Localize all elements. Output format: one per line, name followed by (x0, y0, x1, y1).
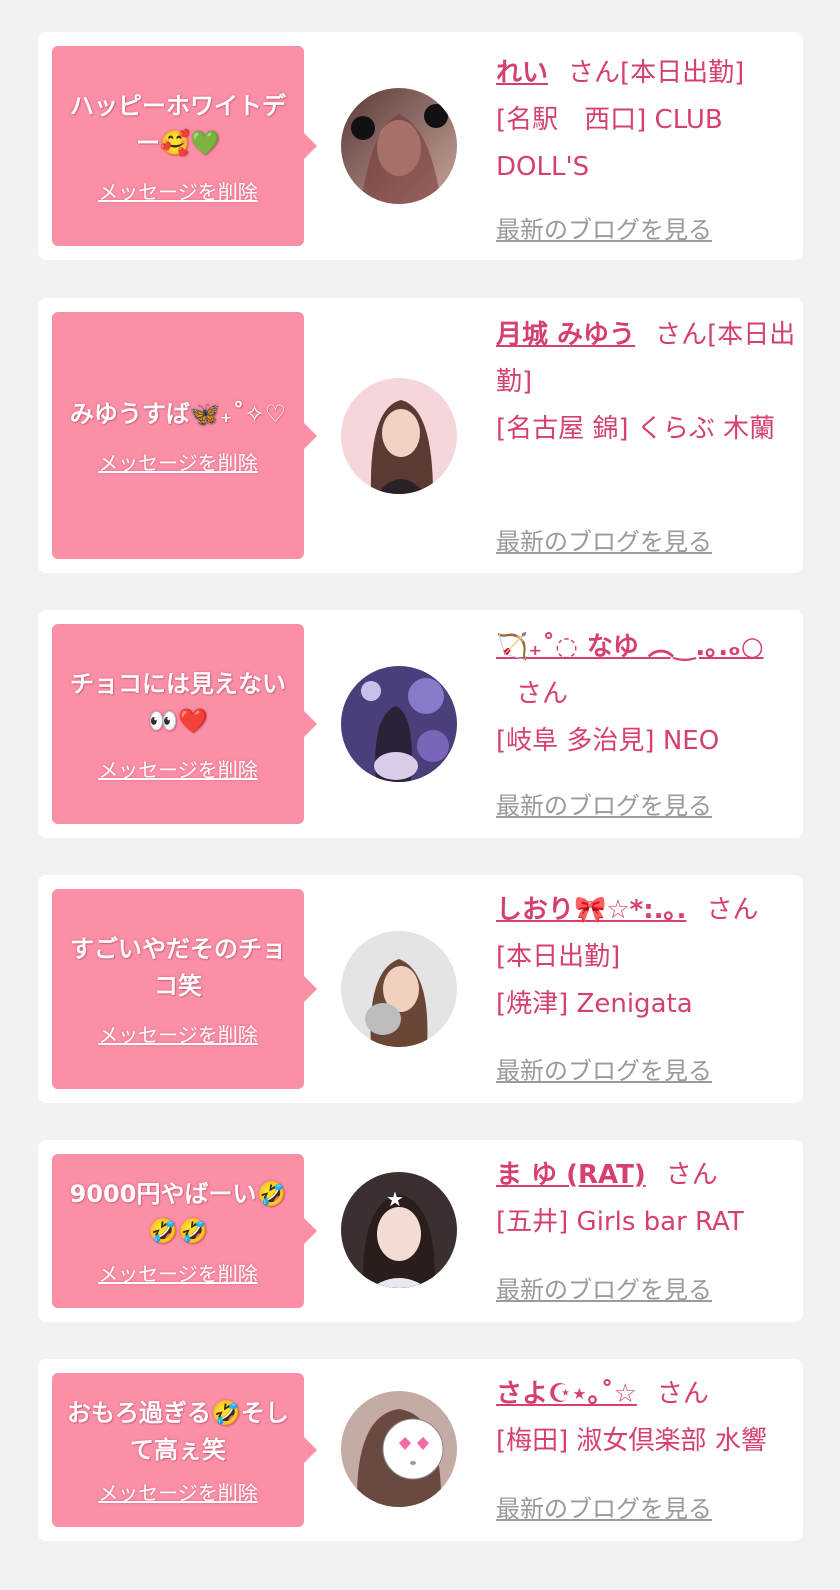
location-text: [岐阜 多治見] NEO (496, 726, 720, 756)
status-text: [本日出勤] (496, 942, 621, 972)
profile-info: ま ゆ (RAT) さん [五井] Girls bar RAT (496, 1152, 796, 1246)
message-card: おもろ過ぎる🤣そして高ぇ笑 メッセージを削除 さよ☪︎⋆｡˚☆ さん [梅田] 淑… (38, 1359, 803, 1541)
location-text: [焼津] Zenigata (496, 989, 693, 1019)
avatar[interactable] (341, 1391, 457, 1507)
message-bubble: 9000円やばーい🤣🤣🤣 メッセージを削除 (52, 1154, 317, 1308)
latest-blog-link[interactable]: 最新のブログを見る (496, 210, 712, 245)
latest-blog-link[interactable]: 最新のブログを見る (496, 522, 712, 557)
profile-info: 🏹₊˚◌ なゆ ︵‿.｡.ₒ○ さん [岐阜 多治見] NEO (496, 624, 796, 765)
delete-message-link[interactable]: メッセージを削除 (98, 1477, 258, 1506)
profile-name-link[interactable]: ま ゆ (RAT) (496, 1160, 646, 1190)
avatar[interactable] (341, 931, 457, 1047)
message-card: チョコには見えない👀❤️ メッセージを削除 🏹₊˚◌ なゆ ︵‿.｡.ₒ○ さん … (38, 610, 803, 838)
profile-name-link[interactable]: 月城 みゆう (496, 320, 635, 350)
message-card: みゆうすば🦋₊˚✧♡ メッセージを削除 月城 みゆう さん[本日出勤] [名古屋 … (38, 298, 803, 573)
profile-name-link[interactable]: さよ☪︎⋆｡˚☆ (496, 1379, 637, 1409)
profile-name-link[interactable]: れい (496, 58, 548, 88)
status-text: [本日出勤] (620, 58, 745, 88)
message-card: ハッピーホワイトデー🥰💚 メッセージを削除 れい さん[本日出勤] [名駅 西口]… (38, 32, 803, 260)
delete-message-link[interactable]: メッセージを削除 (98, 754, 258, 783)
message-card: すごいやだそのチョコ笑 メッセージを削除 しおり🎀☆*:.｡. さん [本日出勤]… (38, 875, 803, 1103)
message-text: 9000円やばーい🤣🤣🤣 (69, 1179, 287, 1245)
message-text: おもろ過ぎる🤣そして高ぇ笑 (67, 1398, 289, 1464)
message-bubble: おもろ過ぎる🤣そして高ぇ笑 メッセージを削除 (52, 1373, 317, 1527)
message-card: 9000円やばーい🤣🤣🤣 メッセージを削除 ★ ま ゆ (RAT) さん [五井]… (38, 1140, 803, 1322)
latest-blog-link[interactable]: 最新のブログを見る (496, 786, 712, 821)
avatar[interactable] (341, 88, 457, 204)
location-text: [梅田] 淑女倶楽部 水響 (496, 1426, 767, 1456)
avatar[interactable]: ★ (341, 1172, 457, 1288)
latest-blog-link[interactable]: 最新のブログを見る (496, 1051, 712, 1086)
honorific: さん (706, 895, 759, 925)
message-text: すごいやだそのチョコ笑 (70, 934, 286, 1000)
message-text: ハッピーホワイトデー🥰💚 (70, 91, 286, 157)
message-bubble: みゆうすば🦋₊˚✧♡ メッセージを削除 (52, 312, 317, 559)
message-bubble: チョコには見えない👀❤️ メッセージを削除 (52, 624, 317, 824)
latest-blog-link[interactable]: 最新のブログを見る (496, 1270, 712, 1305)
delete-message-link[interactable]: メッセージを削除 (98, 1258, 258, 1287)
profile-info: しおり🎀☆*:.｡. さん [本日出勤] [焼津] Zenigata (496, 887, 796, 1028)
delete-message-link[interactable]: メッセージを削除 (98, 1019, 258, 1048)
honorific: さん (568, 58, 621, 88)
profile-info: れい さん[本日出勤] [名駅 西口] CLUB DOLL'S (496, 50, 796, 191)
location-text: [五井] Girls bar RAT (496, 1207, 744, 1237)
avatar[interactable] (341, 378, 457, 494)
honorific: さん (665, 1160, 718, 1190)
location-text: [名古屋 錦] くらぶ 木蘭 (496, 414, 776, 444)
delete-message-link[interactable]: メッセージを削除 (98, 176, 258, 205)
profile-info: 月城 みゆう さん[本日出勤] [名古屋 錦] くらぶ 木蘭 (496, 312, 796, 453)
delete-message-link[interactable]: メッセージを削除 (98, 447, 258, 476)
location-text: [名駅 西口] CLUB DOLL'S (496, 105, 723, 182)
avatar[interactable] (341, 666, 457, 782)
message-text: みゆうすば🦋₊˚✧♡ (69, 399, 287, 428)
message-bubble: すごいやだそのチョコ笑 メッセージを削除 (52, 889, 317, 1089)
profile-name-link[interactable]: 🏹₊˚◌ なゆ ︵‿.｡.ₒ○ (496, 632, 764, 662)
honorific: さん (656, 1379, 709, 1409)
profile-name-link[interactable]: しおり🎀☆*:.｡. (496, 895, 686, 925)
message-text: チョコには見えない👀❤️ (70, 669, 286, 735)
latest-blog-link[interactable]: 最新のブログを見る (496, 1489, 712, 1524)
svg-text:★: ★ (386, 1187, 404, 1211)
profile-info: さよ☪︎⋆｡˚☆ さん [梅田] 淑女倶楽部 水響 (496, 1371, 796, 1465)
honorific: さん (655, 320, 708, 350)
message-bubble: ハッピーホワイトデー🥰💚 メッセージを削除 (52, 46, 317, 246)
honorific: さん (516, 679, 569, 709)
